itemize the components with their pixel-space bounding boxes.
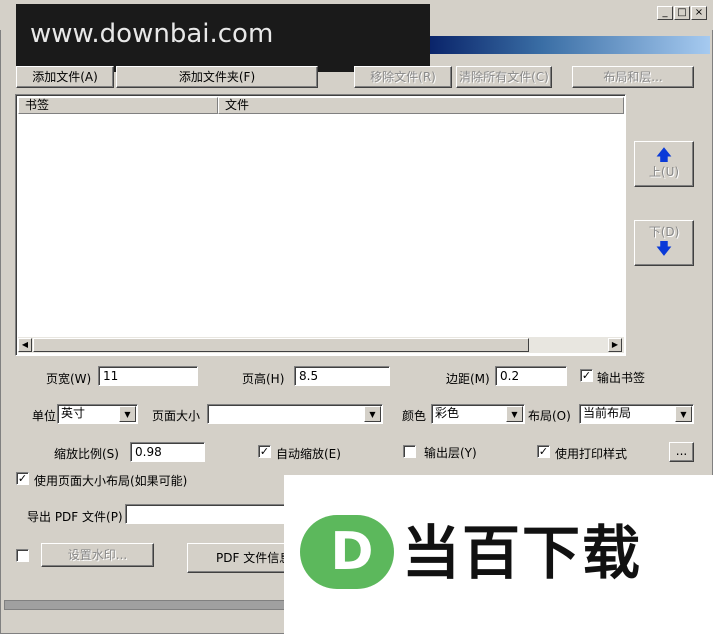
chevron-down-icon[interactable]: ▼	[675, 406, 692, 422]
scroll-left-button[interactable]: ◀	[18, 338, 32, 352]
move-down-button[interactable]: 下(D) 🡇	[634, 220, 694, 266]
page-size-label: 页面大小	[152, 409, 201, 423]
scale-label: 缩放比例(S)	[54, 447, 119, 461]
export-pdf-input[interactable]	[125, 504, 295, 524]
output-bookmarks-checkbox[interactable]: ✓	[580, 369, 593, 382]
auto-scale-checkbox[interactable]: ✓	[258, 445, 271, 458]
checkmark-icon: ✓	[259, 445, 270, 458]
output-layers-checkbox[interactable]	[403, 445, 416, 458]
close-icon: ×	[694, 7, 704, 18]
margin-input[interactable]: 0.2	[495, 366, 567, 386]
watermark-checkbox[interactable]	[16, 549, 29, 562]
layout-select[interactable]: 当前布局 ▼	[579, 404, 694, 424]
scroll-thumb[interactable]	[33, 338, 529, 352]
arrow-up-icon: 🡅	[655, 145, 673, 164]
horizontal-scrollbar[interactable]: ◀ ▶	[18, 337, 624, 353]
output-bookmarks-label: 输出书签	[597, 371, 646, 385]
page-size-layout-checkbox[interactable]: ✓	[16, 472, 29, 485]
export-pdf-label: 导出 PDF 文件(P)	[27, 510, 123, 524]
site-watermark-banner: www.downbai.com	[16, 4, 430, 72]
site-watermark-text: www.downbai.com	[30, 19, 274, 49]
add-folder-button[interactable]: 添加文件夹(F)	[116, 66, 318, 88]
output-layers-label: 输出层(Y)	[424, 446, 477, 460]
chevron-down-icon[interactable]: ▼	[506, 406, 523, 422]
arrow-right-icon: ▶	[611, 340, 619, 349]
scroll-right-button[interactable]: ▶	[608, 338, 622, 352]
checkmark-icon: ✓	[17, 472, 28, 485]
margin-label: 边距(M)	[446, 372, 490, 386]
chevron-down-icon[interactable]: ▼	[119, 406, 136, 422]
maximize-button[interactable]: □	[674, 6, 690, 20]
maximize-icon: □	[677, 7, 687, 18]
remove-file-button[interactable]: 移除文件(R)	[354, 66, 452, 88]
page-width-label: 页宽(W)	[46, 372, 92, 386]
print-style-label: 使用打印样式	[555, 447, 628, 461]
move-up-label: 上(U)	[648, 165, 680, 179]
header-gradient-band	[430, 36, 710, 54]
checkmark-icon: ✓	[581, 369, 592, 382]
print-style-checkbox[interactable]: ✓	[537, 445, 550, 458]
clear-all-button[interactable]: 清除所有文件(C)	[456, 66, 552, 88]
scale-input[interactable]: 0.98	[130, 442, 205, 462]
chevron-down-icon[interactable]: ▼	[364, 406, 381, 422]
set-watermark-button[interactable]: 设置水印...	[41, 543, 154, 567]
page-width-input[interactable]: 11	[98, 366, 198, 386]
unit-select-value: 英寸	[61, 406, 86, 420]
page-size-layout-label: 使用页面大小布局(如果可能)	[34, 474, 188, 488]
layout-select-value: 当前布局	[583, 406, 632, 420]
print-style-options-button[interactable]: ...	[669, 442, 694, 462]
unit-label: 单位	[32, 409, 57, 423]
close-button[interactable]: ×	[691, 6, 707, 20]
page-size-select[interactable]: ▼	[207, 404, 383, 424]
minimize-icon: _	[662, 7, 668, 18]
color-select-value: 彩色	[435, 406, 460, 420]
layout-label: 布局(O)	[528, 409, 571, 423]
pdf-info-button[interactable]: PDF 文件信息	[187, 543, 297, 573]
file-list[interactable]: 书签 文件 ◀ ▶	[15, 94, 626, 356]
checkmark-icon: ✓	[538, 445, 549, 458]
page-height-label: 页高(H)	[242, 372, 285, 386]
arrow-down-icon: 🡇	[655, 239, 673, 258]
move-down-label: 下(D)	[648, 225, 680, 239]
page-height-input[interactable]: 8.5	[294, 366, 390, 386]
column-header-bookmark[interactable]: 书签	[18, 97, 218, 114]
color-select[interactable]: 彩色 ▼	[431, 404, 525, 424]
arrow-left-icon: ◀	[21, 340, 29, 349]
brand-logo-text: 当百下载	[402, 519, 643, 587]
auto-scale-label: 自动缩放(E)	[276, 447, 341, 461]
minimize-button[interactable]: _	[657, 6, 673, 20]
column-header-file[interactable]: 文件	[218, 97, 624, 114]
unit-select[interactable]: 英寸 ▼	[57, 404, 138, 424]
layout-layers-button[interactable]: 布局和层...	[572, 66, 694, 88]
move-up-button[interactable]: 🡅 上(U)	[634, 141, 694, 187]
color-label: 颜色	[402, 409, 427, 423]
brand-logo-letter: D	[330, 522, 374, 582]
add-file-button[interactable]: 添加文件(A)	[16, 66, 114, 88]
